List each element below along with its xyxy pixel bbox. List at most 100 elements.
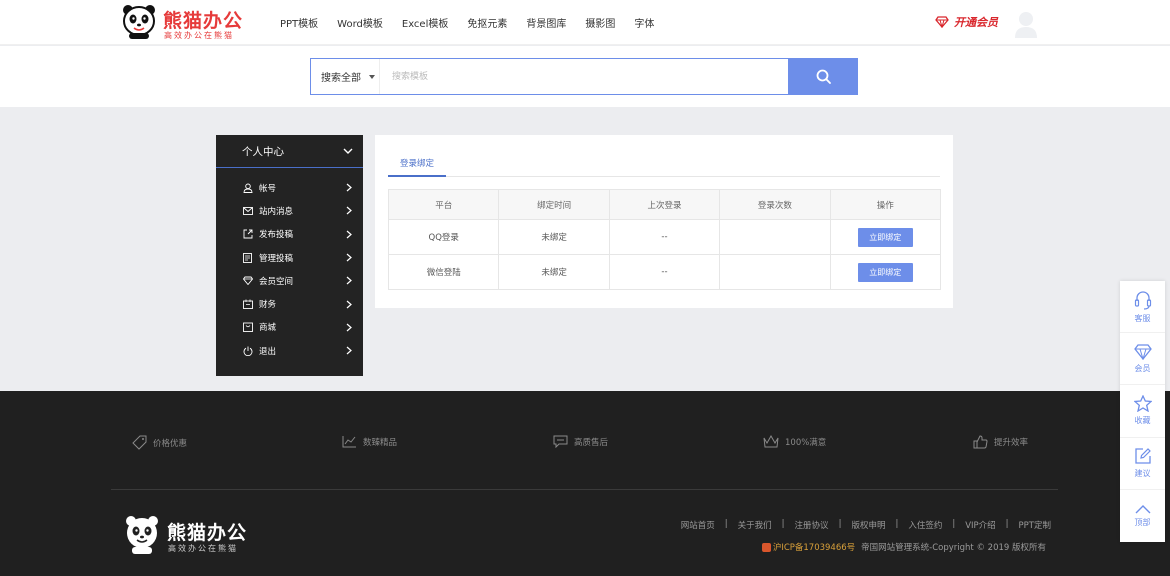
search-input[interactable] bbox=[381, 59, 789, 94]
sidebar-header[interactable]: 个人中心 bbox=[216, 135, 363, 168]
footer-link-terms[interactable]: 注册协议 bbox=[795, 519, 829, 531]
feedback-button[interactable]: 建议 bbox=[1120, 438, 1165, 490]
chevron-right-icon bbox=[346, 300, 352, 309]
sidebar-item-label: 管理投稿 bbox=[259, 253, 294, 264]
sidebar-item-finance[interactable]: 财务 bbox=[216, 292, 363, 315]
nav-word[interactable]: Word模板 bbox=[337, 15, 383, 30]
caret-down-icon bbox=[369, 74, 375, 79]
link-separator: | bbox=[1005, 519, 1009, 529]
nav-excel[interactable]: Excel模板 bbox=[402, 15, 449, 30]
float-label: 会员 bbox=[1134, 363, 1151, 373]
footer-link-home[interactable]: 网站首页 bbox=[681, 519, 715, 531]
nav-elements[interactable]: 免抠元素 bbox=[467, 15, 507, 30]
crown-icon bbox=[763, 435, 779, 448]
footer-logo[interactable]: 熊猫办公 高效办公在熊猫 bbox=[125, 515, 255, 557]
sidebar-item-logout[interactable]: 退出 bbox=[216, 339, 363, 362]
chart-icon bbox=[342, 436, 356, 448]
search-box: 搜索全部 bbox=[310, 58, 858, 95]
user-icon bbox=[242, 182, 253, 193]
diamond-icon bbox=[935, 16, 949, 28]
sidebar-item-label: 会员空间 bbox=[259, 276, 294, 287]
nav-photos[interactable]: 摄影图 bbox=[585, 15, 615, 30]
headset-icon bbox=[1134, 290, 1151, 310]
site-logo[interactable]: 熊猫办公 高效办公在熊猫 bbox=[122, 4, 252, 42]
thumbs-up-icon bbox=[973, 435, 988, 449]
membership-button[interactable]: 会员 bbox=[1120, 333, 1165, 386]
search-button[interactable] bbox=[788, 58, 858, 95]
table-row: QQ登录 未绑定 -- 立即绑定 bbox=[387, 219, 942, 255]
copyright-text: 帝国网站管理系统-Copyright © 2019 版权所有 bbox=[861, 543, 1046, 553]
sidebar-item-messages[interactable]: 站内消息 bbox=[216, 199, 363, 222]
sidebar-menu: 帐号 站内消息 发布投稿 管理投稿 会员空间 财务 商城 退出 bbox=[216, 168, 363, 362]
sidebar-item-shop[interactable]: 商城 bbox=[216, 316, 363, 339]
chevron-right-icon bbox=[346, 183, 352, 192]
footer-link-custom-ppt[interactable]: PPT定制 bbox=[1019, 519, 1051, 531]
chevron-right-icon bbox=[346, 346, 352, 355]
footer-brand-name: 熊猫办公 bbox=[167, 522, 248, 544]
sidebar-item-label: 商城 bbox=[259, 323, 277, 334]
nav-ppt[interactable]: PPT模板 bbox=[280, 15, 318, 30]
sidebar-item-vip-space[interactable]: 会员空间 bbox=[216, 269, 363, 292]
vip-button[interactable]: 开通会员 bbox=[935, 14, 998, 30]
feature-price: 价格优惠 bbox=[132, 435, 187, 450]
footer-divider bbox=[111, 489, 1058, 490]
chat-icon bbox=[553, 435, 568, 448]
footer-links: 网站首页 | 关于我们 | 注册协议 | 版权申明 | 入住签约 | VIP介绍 | PPT… bbox=[681, 519, 1051, 531]
site-footer: 价格优惠 数臻精品 高质售后 100%满意 提升效率 熊猫办公 高效办公在熊猫 bbox=[0, 391, 1170, 576]
action-cell: 立即绑定 bbox=[829, 219, 942, 255]
nav-fonts[interactable]: 字体 bbox=[634, 15, 654, 30]
footer-link-about[interactable]: 关于我们 bbox=[738, 519, 772, 531]
tag-icon bbox=[132, 435, 147, 450]
footer-link-copyright[interactable]: 版权申明 bbox=[851, 519, 885, 531]
link-separator: | bbox=[895, 519, 899, 529]
feature-efficiency: 提升效率 bbox=[973, 435, 1028, 449]
panda-logo-icon bbox=[126, 516, 158, 554]
sidebar-item-manage[interactable]: 管理投稿 bbox=[216, 246, 363, 269]
binding-table: 平台 绑定时间 上次登录 登录次数 操作 QQ登录 未绑定 -- 立即绑定 微信… bbox=[387, 189, 942, 290]
sidebar-item-label: 站内消息 bbox=[259, 206, 294, 217]
bind-time-cell: 未绑定 bbox=[498, 219, 610, 255]
main-nav: PPT模板 Word模板 Excel模板 免抠元素 背景图库 摄影图 字体 bbox=[280, 0, 673, 45]
platform-cell: QQ登录 bbox=[387, 219, 500, 255]
column-header: 绑定时间 bbox=[498, 189, 610, 220]
feature-label: 提升效率 bbox=[994, 438, 1029, 448]
float-label: 收藏 bbox=[1134, 416, 1151, 426]
footer-link-join[interactable]: 入住签约 bbox=[908, 519, 942, 531]
table-header-row: 平台 绑定时间 上次登录 登录次数 操作 bbox=[387, 189, 942, 220]
avatar[interactable] bbox=[1014, 10, 1038, 38]
feature-service: 高质售后 bbox=[553, 435, 608, 448]
sidebar-item-submit[interactable]: 发布投稿 bbox=[216, 223, 363, 246]
customer-service-button[interactable]: 客服 bbox=[1120, 281, 1165, 334]
search-scope-select[interactable]: 搜索全部 bbox=[311, 59, 380, 94]
top-header: 熊猫办公 高效办公在熊猫 PPT模板 Word模板 Excel模板 免抠元素 背… bbox=[0, 0, 1170, 45]
search-icon bbox=[816, 69, 831, 84]
float-label: 顶部 bbox=[1134, 517, 1151, 527]
sidebar-item-account[interactable]: 帐号 bbox=[216, 176, 363, 199]
column-header: 平台 bbox=[387, 189, 500, 220]
link-separator: | bbox=[838, 519, 842, 529]
star-icon bbox=[1133, 395, 1152, 413]
footer-link-vip[interactable]: VIP介绍 bbox=[965, 519, 995, 531]
footer-brand-slogan: 高效办公在熊猫 bbox=[168, 544, 238, 553]
vip-label: 开通会员 bbox=[954, 16, 998, 29]
shop-icon bbox=[242, 322, 253, 333]
bind-wechat-button[interactable]: 立即绑定 bbox=[857, 262, 913, 282]
back-to-top-button[interactable]: 顶部 bbox=[1120, 490, 1165, 542]
column-header: 上次登录 bbox=[608, 189, 721, 220]
bind-qq-button[interactable]: 立即绑定 bbox=[857, 227, 913, 247]
chevron-down-icon bbox=[343, 148, 353, 154]
chevron-right-icon bbox=[346, 230, 352, 239]
side-float-toolbar: 客服 会员 收藏 建议 顶部 bbox=[1120, 281, 1165, 542]
search-scope-label: 搜索全部 bbox=[321, 73, 361, 84]
chevron-right-icon bbox=[346, 206, 352, 215]
nav-backgrounds[interactable]: 背景图库 bbox=[526, 15, 566, 30]
sidebar-item-label: 帐号 bbox=[259, 183, 277, 194]
icp-number[interactable]: 沪ICP备17039466号 bbox=[773, 541, 855, 553]
tab-login-binding[interactable]: 登录绑定 bbox=[388, 153, 447, 177]
column-header: 登录次数 bbox=[719, 189, 831, 220]
document-icon bbox=[242, 252, 253, 263]
panel-tabs: 登录绑定 bbox=[388, 153, 940, 177]
action-cell: 立即绑定 bbox=[829, 254, 942, 290]
favorites-button[interactable]: 收藏 bbox=[1120, 385, 1165, 438]
panda-logo-icon bbox=[123, 5, 155, 39]
